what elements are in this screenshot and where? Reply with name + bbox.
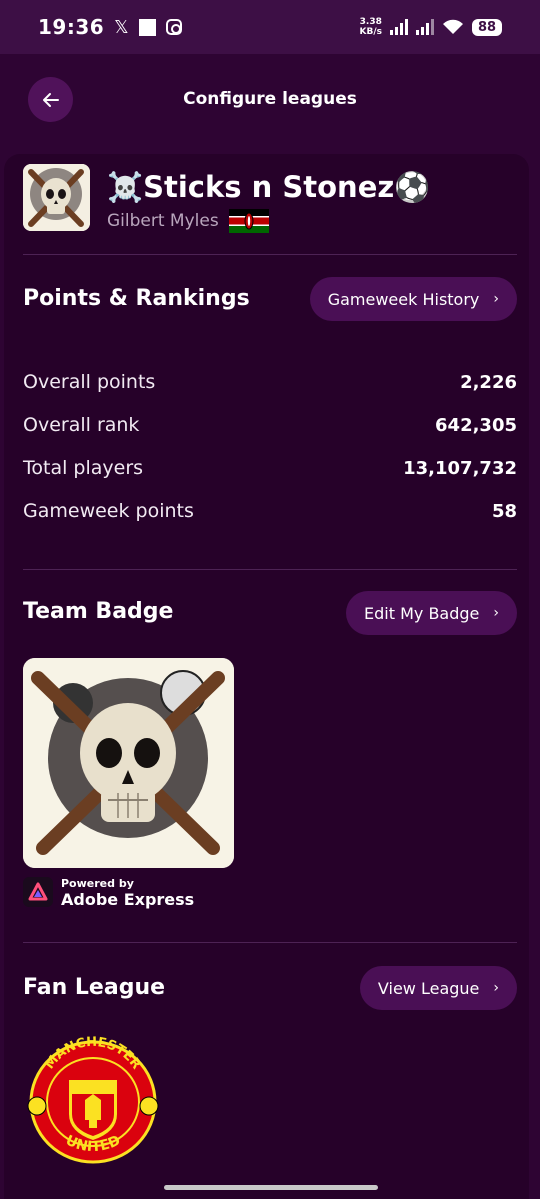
stat-value: 58 <box>491 500 517 522</box>
fan-league-title: Fan League <box>23 975 166 1000</box>
skull-icon <box>23 164 90 231</box>
screen: Configure leagues ☠️Sticks n Stonez⚽ Gil… <box>0 54 540 1199</box>
manager-name: Gilbert Myles <box>107 211 219 231</box>
stat-row: Overall points 2,226 <box>23 366 517 398</box>
signal-icon-2 <box>416 19 434 35</box>
stat-label: Gameweek points <box>23 500 194 522</box>
page-title: Configure leagues <box>183 89 357 109</box>
stat-row: Total players 13,107,732 <box>23 452 517 484</box>
edit-badge-label: Edit My Badge <box>364 603 480 623</box>
powered-by-text: Powered by Adobe Express <box>61 876 194 908</box>
chevron-right-icon: › <box>493 605 499 621</box>
home-indicator[interactable] <box>164 1185 378 1190</box>
chevron-right-icon: › <box>493 291 499 307</box>
stat-value: 13,107,732 <box>403 457 517 479</box>
points-rankings-title: Points & Rankings <box>23 286 250 311</box>
view-league-button[interactable]: View League › <box>359 966 517 1010</box>
battery-level: 88 <box>472 18 502 36</box>
stat-label: Total players <box>23 457 144 479</box>
stat-value: 642,305 <box>435 414 517 436</box>
chevron-right-icon: › <box>493 980 499 996</box>
provider-name: Adobe Express <box>61 890 195 909</box>
powered-by-adobe: Powered by Adobe Express <box>23 876 194 908</box>
notification-square-icon <box>138 18 156 36</box>
stat-value: 2,226 <box>460 371 517 393</box>
manchester-united-crest-icon: MANCHESTER UNITED <box>27 1036 159 1164</box>
team-name: ☠️Sticks n Stonez⚽ <box>107 170 431 204</box>
skull-badge-icon <box>23 658 234 868</box>
top-bar: Configure leagues <box>0 54 540 146</box>
status-time: 19:36 <box>38 15 105 39</box>
stat-row: Overall rank 642,305 <box>23 409 517 441</box>
divider <box>23 942 517 943</box>
signal-icon <box>390 19 408 35</box>
instagram-icon <box>165 19 182 35</box>
adobe-express-icon <box>23 877 53 907</box>
status-bar: 19:36 𝕏 3.38 KB/s 88 <box>0 0 540 54</box>
stat-row: Gameweek points 58 <box>23 495 517 527</box>
stat-label: Overall rank <box>23 414 140 436</box>
view-league-label: View League <box>377 978 480 998</box>
x-icon: 𝕏 <box>114 16 129 38</box>
stat-label: Overall points <box>23 371 156 393</box>
gameweek-history-button[interactable]: Gameweek History › <box>309 277 517 321</box>
team-header: ☠️Sticks n Stonez⚽ Gilbert Myles <box>23 164 523 244</box>
manager-row: Gilbert Myles <box>107 209 269 233</box>
team-badge-image <box>23 658 234 868</box>
divider <box>23 569 517 570</box>
team-card: ☠️Sticks n Stonez⚽ Gilbert Myles Points … <box>4 154 529 1199</box>
network-speed: 3.38 KB/s <box>359 17 382 37</box>
edit-badge-button[interactable]: Edit My Badge › <box>346 591 517 635</box>
kenya-flag-icon <box>228 209 269 233</box>
wifi-icon <box>443 19 463 34</box>
team-badge-title: Team Badge <box>23 599 174 624</box>
team-logo <box>23 164 90 231</box>
divider <box>23 254 517 255</box>
gameweek-history-label: Gameweek History <box>327 289 480 309</box>
